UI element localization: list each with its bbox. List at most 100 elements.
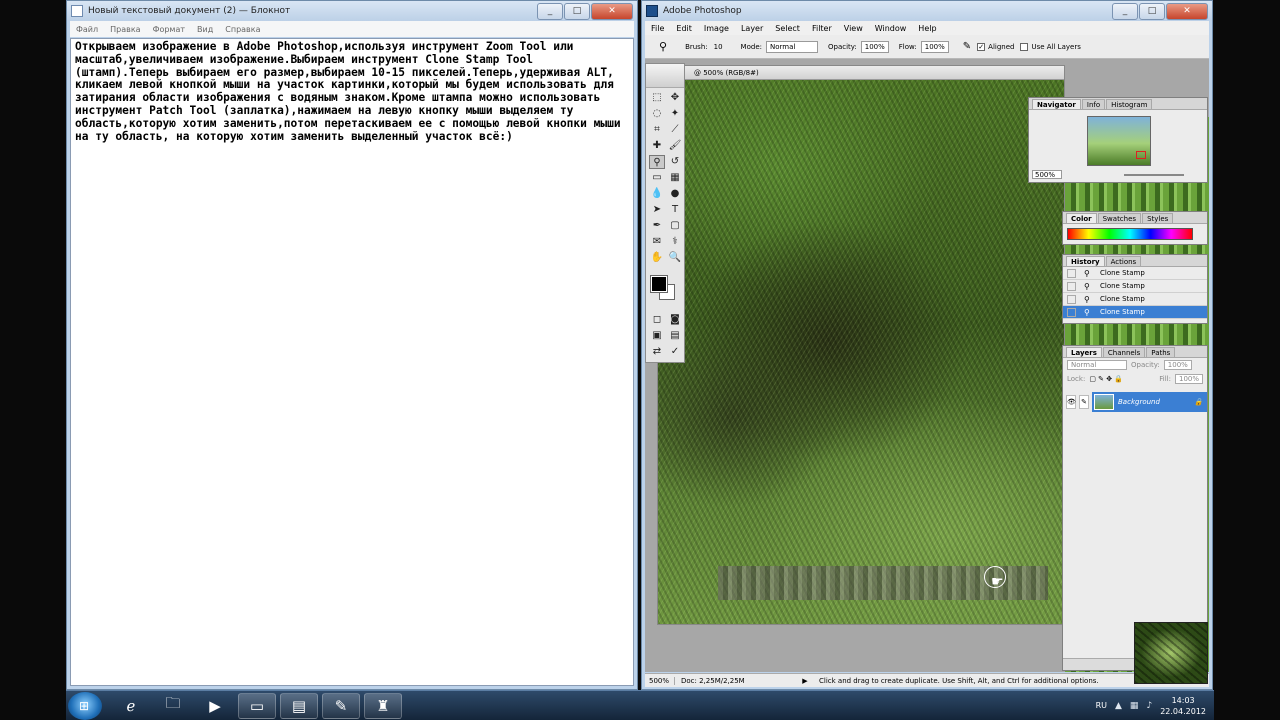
eyedropper-icon[interactable]: ⚕: [667, 235, 683, 249]
brush-size[interactable]: 10: [714, 43, 723, 51]
menu-edit[interactable]: Правка: [110, 25, 140, 34]
menu-select[interactable]: Select: [775, 24, 800, 33]
crop-tool-icon[interactable]: ⌗: [649, 123, 665, 137]
navigator-zoom[interactable]: 500%: [1032, 170, 1062, 179]
blend-mode-select[interactable]: Normal: [1067, 360, 1127, 370]
eraser-tool-icon[interactable]: ▭: [649, 171, 665, 185]
history-brush-icon[interactable]: ↺: [667, 155, 683, 169]
history-item[interactable]: ⚲ Clone Stamp: [1063, 280, 1207, 293]
notepad-file-icon[interactable]: ▤: [280, 692, 318, 719]
tab-paths[interactable]: Paths: [1146, 347, 1176, 357]
gradient-tool-icon[interactable]: ▦: [667, 171, 683, 185]
notepad-titlebar[interactable]: Новый текстовый документ (2) — Блокнот _…: [67, 1, 637, 21]
maximize-button[interactable]: □: [564, 2, 590, 20]
menu-help[interactable]: Справка: [225, 25, 260, 34]
photoshop-app-icon[interactable]: ♜: [364, 692, 402, 719]
layer-row[interactable]: 👁 ✎ Background 🔒: [1063, 392, 1207, 412]
checkmark-icon[interactable]: ✓: [667, 345, 683, 359]
move-tool-icon[interactable]: ✥: [667, 91, 683, 105]
brush-link-icon[interactable]: ✎: [1079, 395, 1089, 409]
view-box[interactable]: [1136, 151, 1146, 159]
photoshop-titlebar[interactable]: Adobe Photoshop _ □ ✕: [642, 1, 1212, 21]
show-hidden-icons-icon[interactable]: ▲: [1115, 701, 1122, 711]
zoom-tool-icon[interactable]: 🔍: [667, 251, 683, 265]
airbrush-icon[interactable]: ✎: [963, 41, 971, 52]
menu-view[interactable]: Вид: [197, 25, 213, 34]
close-button[interactable]: ✕: [1166, 2, 1208, 20]
language-indicator[interactable]: RU: [1096, 701, 1107, 710]
zoom-slider[interactable]: [1124, 174, 1184, 176]
history-item[interactable]: ⚲ Clone Stamp: [1063, 267, 1207, 280]
mode-select[interactable]: Normal: [765, 40, 818, 53]
menu-view[interactable]: View: [844, 24, 863, 33]
status-zoom[interactable]: 500%: [645, 676, 675, 685]
tab-info[interactable]: Info: [1081, 99, 1106, 109]
fill-input[interactable]: 100%: [1174, 374, 1203, 384]
tab-swatches[interactable]: Swatches: [1097, 213, 1142, 223]
pen-tool-icon[interactable]: ✒: [649, 219, 665, 233]
menu-window[interactable]: Window: [875, 24, 907, 33]
clone-stamp-icon[interactable]: ⚲: [649, 155, 665, 169]
tab-actions[interactable]: Actions: [1105, 256, 1142, 266]
healing-brush-icon[interactable]: ✚: [649, 139, 665, 153]
start-button[interactable]: ⊞: [68, 691, 102, 720]
use-all-layers-checkbox[interactable]: [1020, 42, 1029, 51]
paint-app-icon[interactable]: ✎: [322, 692, 360, 719]
notes-tool-icon[interactable]: ✉: [649, 235, 665, 249]
file-explorer-icon[interactable]: 🗀: [154, 693, 192, 719]
blur-tool-icon[interactable]: 💧: [649, 187, 665, 201]
screen-mode-icon[interactable]: ▣: [649, 329, 665, 343]
dodge-tool-icon[interactable]: ●: [667, 187, 683, 201]
lock-icon[interactable]: ▢ ✎ ✥ 🔒: [1089, 375, 1123, 383]
magic-wand-icon[interactable]: ✦: [667, 107, 683, 121]
tab-history[interactable]: History: [1066, 256, 1105, 266]
document-title[interactable]: @ 500% (RGB/8#): [658, 66, 1064, 80]
slice-tool-icon[interactable]: ⟋: [667, 123, 683, 137]
menu-image[interactable]: Image: [704, 24, 729, 33]
tab-histogram[interactable]: Histogram: [1106, 99, 1153, 109]
eye-icon[interactable]: 👁: [1066, 395, 1076, 409]
lasso-tool-icon[interactable]: ◌: [649, 107, 665, 121]
menu-help[interactable]: Help: [918, 24, 936, 33]
shape-tool-icon[interactable]: ▢: [667, 219, 683, 233]
tab-styles[interactable]: Styles: [1142, 213, 1174, 223]
type-tool-icon[interactable]: T: [667, 203, 683, 217]
tab-channels[interactable]: Channels: [1102, 347, 1146, 357]
menu-format[interactable]: Формат: [153, 25, 185, 34]
history-item-selected[interactable]: ⚲ Clone Stamp: [1063, 306, 1207, 319]
menu-layer[interactable]: Layer: [741, 24, 763, 33]
flow-input[interactable]: 100%: [920, 40, 949, 53]
close-button[interactable]: ✕: [591, 2, 633, 20]
path-selection-icon[interactable]: ➤: [649, 203, 665, 217]
menu-edit[interactable]: Edit: [676, 24, 692, 33]
aligned-checkbox[interactable]: ✓: [977, 42, 986, 51]
standard-mode-icon[interactable]: ◻: [649, 313, 665, 327]
media-player-icon[interactable]: ▶: [196, 693, 234, 719]
layer-opacity-input[interactable]: 100%: [1163, 360, 1192, 370]
clone-stamp-tool-icon[interactable]: ⚲: [659, 40, 667, 53]
status-menu-arrow-icon[interactable]: ▶: [795, 677, 815, 685]
brush-tool-icon[interactable]: 🖌: [667, 139, 683, 153]
marquee-tool-icon[interactable]: ⬚: [649, 91, 665, 105]
opacity-input[interactable]: 100%: [860, 40, 889, 53]
clock[interactable]: 14:03 22.04.2012: [1160, 695, 1206, 717]
menu-file[interactable]: File: [651, 24, 664, 33]
volume-icon[interactable]: ♪: [1146, 701, 1152, 711]
menu-file[interactable]: Файл: [76, 25, 98, 34]
maximize-button[interactable]: □: [1139, 2, 1165, 20]
canvas-image[interactable]: ☛: [658, 80, 1064, 624]
windows-explorer-window-icon[interactable]: ▭: [238, 692, 276, 719]
tab-layers[interactable]: Layers: [1066, 347, 1102, 357]
menu-filter[interactable]: Filter: [812, 24, 832, 33]
history-item[interactable]: ⚲ Clone Stamp: [1063, 293, 1207, 306]
internet-explorer-icon[interactable]: ℯ: [112, 693, 150, 719]
minimize-button[interactable]: _: [1112, 2, 1138, 20]
color-swatches[interactable]: [649, 274, 681, 304]
hand-tool-icon[interactable]: ✋: [649, 251, 665, 265]
notepad-text-area[interactable]: Открываем изображение в Adobe Photoshop,…: [70, 38, 634, 686]
fullscreen-mode-icon[interactable]: ▤: [667, 329, 683, 343]
tab-color[interactable]: Color: [1066, 213, 1097, 223]
minimize-button[interactable]: _: [537, 2, 563, 20]
jump-to-imageready-icon[interactable]: ⇄: [649, 345, 665, 359]
quick-mask-icon[interactable]: ◙: [667, 313, 683, 327]
